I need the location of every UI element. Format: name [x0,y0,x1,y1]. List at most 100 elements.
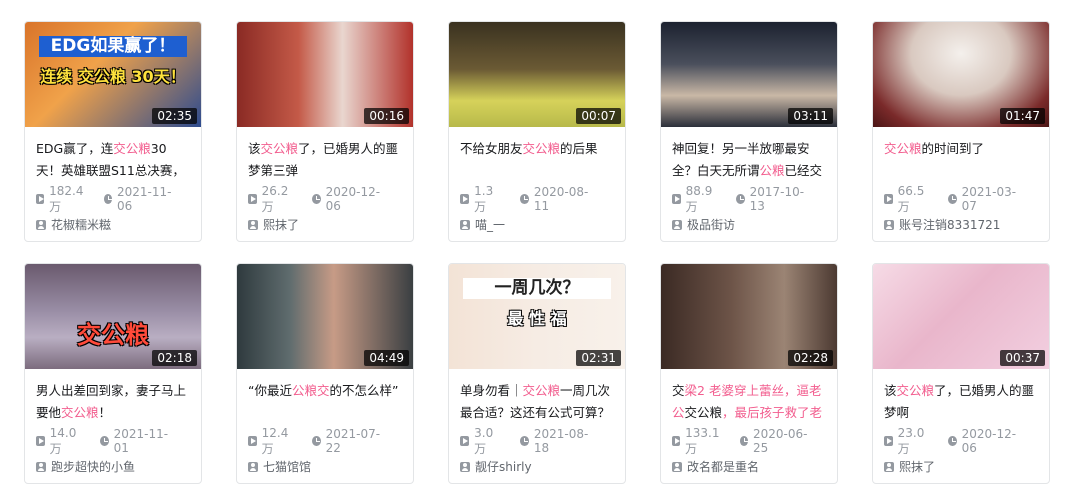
uploader[interactable]: 花椒糯米糍 [36,216,191,233]
upload-date-value: 2020-12-06 [961,427,1017,455]
video-title[interactable]: EDG赢了，连交公粮30天！英雄联盟S11总决赛，赌上 [36,138,191,182]
clock-icon [519,194,529,204]
uploader[interactable]: 跑步超快的小鱼 [36,458,191,475]
title-keyword-highlight: 交公粮 [113,141,151,156]
video-card[interactable]: 01:47 交公粮的时间到了 66.5万 2021-03-07 账号注销8331721 [872,21,1050,242]
uploader-icon [36,219,46,230]
uploader-name[interactable]: 账号注销8331721 [899,216,1000,233]
video-title[interactable]: 神回复！另一半放哪最安全？白天无所谓公粮已经交 [672,138,827,182]
title-text: “你最近 [248,383,292,398]
uploader[interactable]: 七猫馆馆 [248,458,403,475]
video-card[interactable]: 03:11 神回复！另一半放哪最安全？白天无所谓公粮已经交 88.9万 2017-10… [660,21,838,242]
video-thumbnail[interactable]: EDG如果赢了！ 连续 交公粮 30天！ 02:35 [25,22,201,127]
video-thumbnail[interactable]: 00:16 [237,22,413,127]
uploader-name[interactable]: 熙抹了 [263,216,299,233]
video-card[interactable]: 一周几次？ 最 性 福 02:31 单身勿看｜交公粮一周几次最合适？这还有公式可算？ 3… [448,263,626,484]
thumbnail-caption: 一周几次？ [463,278,611,299]
play-count-icon [36,436,45,446]
play-count: 1.3万 [460,184,503,215]
title-keyword-highlight: 交公粮 [522,141,561,156]
upload-date: 2017-10-13 [735,185,810,213]
video-meta: 26.2万 2020-12-06 [248,184,403,214]
uploader-name[interactable]: 极品街访 [687,216,735,233]
title-text: ！ [98,405,112,420]
uploader-name[interactable]: 熙抹了 [899,458,935,475]
uploader[interactable]: 熙抹了 [248,216,403,233]
video-title[interactable]: “你最近公粮交的不怎么样” [248,380,403,424]
play-count-icon [672,436,681,446]
title-text: 单身勿看｜ [460,383,523,398]
upload-date-value: 2021-07-22 [325,427,381,455]
uploader[interactable]: 靓仔shirly [460,458,615,475]
uploader-icon [672,219,682,230]
video-thumbnail[interactable]: 00:07 [449,22,625,127]
video-duration: 00:16 [364,108,409,124]
uploader-name[interactable]: 七猫馆馆 [263,458,311,475]
play-count: 182.4万 [36,184,87,215]
uploader-icon [248,219,258,230]
uploader[interactable]: 账号注销8331721 [884,216,1039,233]
title-text: 不给女朋友 [460,141,523,156]
video-thumbnail[interactable]: 02:28 [661,264,837,369]
thumbnail-caption: 连续 交公粮 30天！ [40,67,186,86]
play-count-value: 26.2万 [261,183,289,214]
video-card[interactable]: 02:28 交梁2 老婆穿上蕾丝，逼老公交公粮，最后孩子救了老 133.1万 2020… [660,263,838,484]
video-title[interactable]: 男人出差回到家，妻子马上要他交公粮！ [36,380,191,424]
title-keyword-highlight: 交公粮 [260,141,299,156]
video-duration: 00:07 [576,108,621,124]
play-count-value: 14.0万 [49,425,77,456]
uploader-name[interactable]: 跑步超快的小鱼 [51,458,135,475]
video-thumbnail[interactable]: 04:49 [237,264,413,369]
video-card[interactable]: 00:07 不给女朋友交公粮的后果 1.3万 2020-08-11 喵_一 [448,21,626,242]
video-meta: 182.4万 2021-11-06 [36,184,191,214]
video-thumbnail[interactable]: 03:11 [661,22,837,127]
uploader[interactable]: 改名都是重名 [672,458,827,475]
clock-icon [519,436,529,446]
clock-icon [739,436,748,446]
clock-icon [103,194,112,204]
play-count-icon [36,194,45,204]
upload-date: 2021-11-06 [103,185,174,213]
video-title[interactable]: 交梁2 老婆穿上蕾丝，逼老公交公粮，最后孩子救了老 [672,380,827,424]
video-thumbnail[interactable]: 00:37 [873,264,1049,369]
play-count-value: 133.1万 [685,425,720,456]
video-card[interactable]: EDG如果赢了！ 连续 交公粮 30天！ 02:35 EDG赢了，连交公粮30天！英雄… [24,21,202,242]
video-card[interactable]: 交公粮 02:18 男人出差回到家，妻子马上要他交公粮！ 14.0万 2021-11-0… [24,263,202,484]
video-card[interactable]: 00:37 该交公粮了，已婚男人的噩梦啊 23.0万 2020-12-06 熙抹了 [872,263,1050,484]
uploader-name[interactable]: 改名都是重名 [687,458,759,475]
title-keyword-highlight: 交公粮 [61,405,99,420]
play-count-icon [884,436,893,446]
video-title[interactable]: 该交公粮了，已婚男人的噩梦啊 [884,380,1039,424]
play-count: 66.5万 [884,184,931,215]
video-title[interactable]: 不给女朋友交公粮的后果 [460,138,615,182]
title-text: 交公粮 [684,405,723,420]
video-duration: 02:31 [576,350,621,366]
video-title[interactable]: 该交公粮了，已婚男人的噩梦第三弹 [248,138,403,182]
title-text: 的时间到了 [921,141,985,156]
video-card[interactable]: 04:49 “你最近公粮交的不怎么样” 12.4万 2021-07-22 七猫馆馆 [236,263,414,484]
uploader[interactable]: 极品街访 [672,216,827,233]
video-thumbnail[interactable]: 01:47 [873,22,1049,127]
uploader[interactable]: 喵_一 [460,216,615,233]
video-thumbnail[interactable]: 一周几次？ 最 性 福 02:31 [449,264,625,369]
video-duration: 02:28 [788,350,833,366]
uploader-name[interactable]: 花椒糯米糍 [51,216,111,233]
video-thumbnail[interactable]: 交公粮 02:18 [25,264,201,369]
title-keyword-highlight: 交公粮 [522,383,561,398]
video-meta: 1.3万 2020-08-11 [460,184,615,214]
play-count: 3.0万 [460,426,503,457]
title-text: 的不怎么样” [329,383,399,398]
play-count-icon [248,194,257,204]
clock-icon [735,194,745,204]
play-count: 12.4万 [248,426,295,457]
video-title[interactable]: 交公粮的时间到了 [884,138,1039,182]
play-count-icon [248,436,257,446]
play-count-value: 3.0万 [474,425,494,456]
video-card[interactable]: 00:16 该交公粮了，已婚男人的噩梦第三弹 26.2万 2020-12-06 熙抹了 [236,21,414,242]
upload-date: 2020-12-06 [311,185,386,213]
play-count: 88.9万 [672,184,719,215]
video-title[interactable]: 单身勿看｜交公粮一周几次最合适？这还有公式可算？ [460,380,615,424]
uploader[interactable]: 熙抹了 [884,458,1039,475]
uploader-name[interactable]: 喵_一 [475,216,505,233]
uploader-name[interactable]: 靓仔shirly [475,458,532,475]
